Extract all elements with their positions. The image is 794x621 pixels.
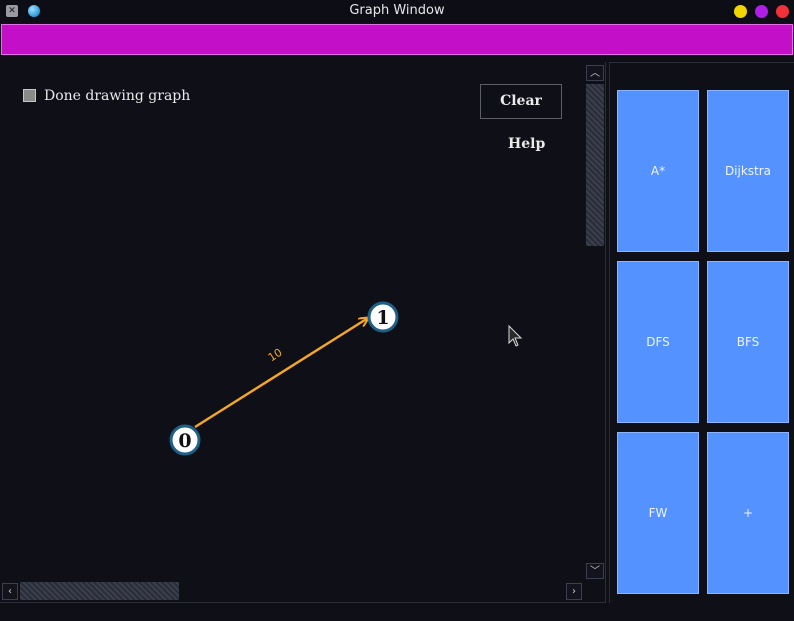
a-star-button[interactable]: A* [617, 90, 699, 252]
done-drawing-label: Done drawing graph [44, 88, 191, 104]
node-label-1: 1 [376, 307, 389, 329]
scroll-up-arrow-icon[interactable]: ︿ [586, 65, 604, 81]
clear-button[interactable]: Clear [480, 84, 562, 119]
mouse-cursor-icon [508, 324, 523, 347]
node-label-0: 0 [178, 430, 191, 452]
graph-edge-0-1 [194, 318, 368, 429]
vertical-scroll-thumb[interactable] [586, 84, 604, 246]
scroll-down-arrow-icon[interactable]: ﹀ [586, 563, 604, 579]
toolbar [1, 24, 793, 55]
window-title: Graph Window [349, 3, 445, 18]
title-bar: ✕ Graph Window [0, 0, 794, 22]
maximize-button[interactable] [755, 5, 768, 18]
graph-node-0[interactable]: 0 [169, 424, 201, 456]
graph-canvas[interactable]: 10 0 1 [0, 62, 584, 581]
minimize-button[interactable] [734, 5, 747, 18]
dijkstra-button[interactable]: Dijkstra [707, 90, 789, 252]
edge-weight-label: 10 [266, 346, 285, 364]
fw-button[interactable]: FW [617, 432, 699, 594]
scroll-left-arrow-icon[interactable]: ‹ [2, 583, 18, 600]
graph-node-1[interactable]: 1 [367, 301, 399, 333]
bfs-button[interactable]: BFS [707, 261, 789, 423]
done-drawing-checkbox[interactable] [23, 89, 36, 102]
help-button[interactable]: Help [508, 136, 545, 152]
horizontal-scroll-thumb[interactable] [20, 582, 179, 600]
scroll-right-arrow-icon[interactable]: › [566, 583, 582, 600]
close-button[interactable] [776, 5, 789, 18]
add-button[interactable]: + [707, 432, 789, 594]
dfs-button[interactable]: DFS [617, 261, 699, 423]
